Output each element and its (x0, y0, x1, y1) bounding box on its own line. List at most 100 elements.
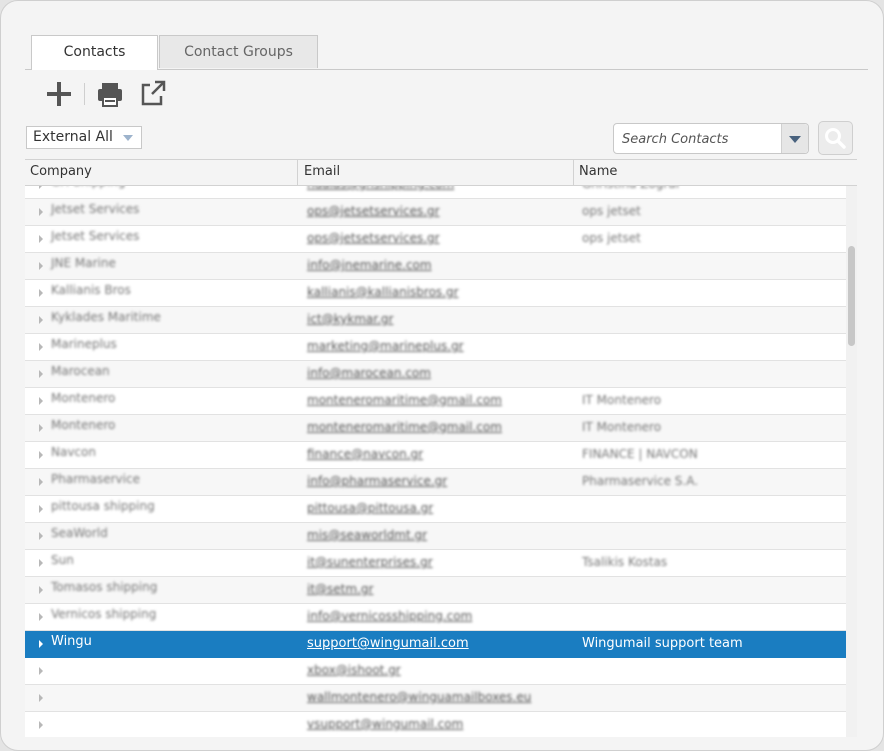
cell-company: Kallianis Bros (51, 283, 131, 297)
expand-arrow-icon[interactable] (39, 613, 43, 621)
table-row[interactable]: Montenero monteneromaritime@gmail.com IT M… (25, 388, 846, 415)
tab-contact-groups[interactable]: Contact Groups (159, 35, 318, 68)
contacts-grid: Company Email Name GH Shipping hdalas@ghs… (25, 159, 857, 737)
search-button[interactable] (818, 121, 853, 155)
expand-arrow-icon[interactable] (39, 451, 43, 459)
vertical-scrollbar[interactable] (846, 186, 857, 737)
cell-email-link[interactable]: monteneromaritime@gmail.com (307, 393, 572, 407)
expand-arrow-icon[interactable] (39, 640, 43, 648)
expand-arrow-icon[interactable] (39, 397, 43, 405)
cell-name: ops jetset (582, 204, 641, 218)
table-row-selected[interactable]: Wingu support@wingumail.com Wingumail supp… (25, 631, 846, 658)
expand-arrow-icon[interactable] (39, 370, 43, 378)
column-header-company[interactable]: Company (25, 160, 298, 185)
table-row[interactable]: Kyklades Maritime ict@kykmar.gr (25, 307, 846, 334)
scrollbar-thumb[interactable] (848, 246, 855, 346)
cell-company: Kyklades Maritime (51, 310, 161, 324)
expand-arrow-icon[interactable] (39, 721, 43, 729)
contacts-panel: Contacts Contact Groups External All Sea… (0, 0, 884, 751)
cell-email-link[interactable]: pittousa@pittousa.gr (307, 501, 572, 515)
tab-contacts[interactable]: Contacts (31, 35, 158, 70)
table-row[interactable]: SeaWorld mis@seaworldmt.gr (25, 523, 846, 550)
search-input[interactable] (620, 128, 782, 150)
table-row[interactable]: xbox@ishoot.gr (25, 658, 846, 685)
cell-company: GH Shipping (51, 186, 291, 189)
expand-arrow-icon[interactable] (39, 478, 43, 486)
cell-email-link[interactable]: xbox@ishoot.gr (307, 663, 572, 677)
cell-name: IT Montenero (582, 393, 662, 407)
cell-email-link[interactable]: info@vernicosshipping.com (307, 609, 572, 623)
cell-email-link[interactable]: support@wingumail.com (307, 636, 572, 651)
expand-arrow-icon[interactable] (39, 559, 43, 567)
expand-arrow-icon[interactable] (39, 262, 43, 270)
table-row[interactable]: Marineplus marketing@marineplus.gr (25, 334, 846, 361)
column-header-email[interactable]: Email (299, 160, 574, 185)
expand-arrow-icon[interactable] (39, 343, 43, 351)
cell-email-link[interactable]: hdalas@ghshipping.com (307, 186, 572, 191)
cell-name: Ghristina Zograi (582, 186, 842, 191)
expand-arrow-icon[interactable] (39, 505, 43, 513)
table-row[interactable]: vsupport@wingumail.com (25, 712, 846, 737)
cell-company: Marineplus (51, 337, 117, 351)
table-row[interactable]: Vernicos shipping info@vernicosshipping.c… (25, 604, 846, 631)
table-row[interactable]: Jetset Services ops@jetsetservices.gr ops … (25, 199, 846, 226)
print-button[interactable] (93, 77, 127, 111)
cell-email-link[interactable]: marketing@marineplus.gr (307, 339, 572, 353)
expand-arrow-icon[interactable] (39, 289, 43, 297)
expand-arrow-icon[interactable] (39, 235, 43, 243)
table-row[interactable]: Jetset Services ops@jetsetservices.gr ops … (25, 226, 846, 253)
cell-email-link[interactable]: vsupport@wingumail.com (307, 717, 572, 731)
table-row[interactable]: pittousa shipping pittousa@pittousa.gr (25, 496, 846, 523)
cell-email-link[interactable]: it@setm.gr (307, 582, 572, 596)
cell-email-link[interactable]: info@jnemarine.com (307, 258, 572, 272)
table-row[interactable]: wallmontenero@winguamailboxes.eu (25, 685, 846, 712)
table-row[interactable]: Tomasos shipping it@setm.gr (25, 577, 846, 604)
cell-email-link[interactable]: monteneromaritime@gmail.com (307, 420, 572, 434)
expand-arrow-icon[interactable] (39, 694, 43, 702)
cell-name: FINANCE | NAVCON (582, 447, 698, 461)
cell-email-link[interactable]: kallianis@kallianisbros.gr (307, 285, 572, 299)
table-row[interactable]: Marocean info@marocean.com (25, 361, 846, 388)
search-options-dropdown[interactable] (781, 124, 808, 153)
cell-company: Montenero (51, 418, 116, 432)
search-icon (825, 128, 846, 149)
cell-name: Tsalikis Kostas (582, 555, 668, 569)
plus-icon (47, 82, 71, 106)
cell-company: Jetset Services (51, 229, 140, 243)
export-button[interactable] (135, 77, 169, 111)
table-row[interactable]: Navcon finance@navcon.gr FINANCE | NAVCON (25, 442, 846, 469)
cell-company: JNE Marine (51, 256, 116, 270)
table-row[interactable]: Sun it@sunenterprises.gr Tsalikis Kostas (25, 550, 846, 577)
cell-name: Wingumail support team (582, 636, 743, 651)
grid-header: Company Email Name (25, 160, 857, 186)
cell-email-link[interactable]: ops@jetsetservices.gr (307, 204, 572, 218)
cell-email-link[interactable]: finance@navcon.gr (307, 447, 572, 461)
expand-arrow-icon[interactable] (39, 667, 43, 675)
cell-company: Tomasos shipping (51, 580, 158, 594)
cell-email-link[interactable]: it@sunenterprises.gr (307, 555, 572, 569)
expand-arrow-icon[interactable] (39, 586, 43, 594)
cell-name: ops jetset (582, 231, 641, 245)
table-row[interactable]: JNE Marine info@jnemarine.com (25, 253, 846, 280)
table-row[interactable]: Kallianis Bros kallianis@kallianisbros.gr (25, 280, 846, 307)
table-row[interactable]: GH Shipping hdalas@ghshipping.com Ghristin… (25, 186, 846, 199)
expand-arrow-icon[interactable] (39, 186, 43, 189)
contact-filter-select[interactable]: External All (26, 126, 142, 149)
cell-email-link[interactable]: ops@jetsetservices.gr (307, 231, 572, 245)
column-header-name[interactable]: Name (574, 160, 857, 185)
cell-name: Pharmaservice S.A. (582, 474, 699, 488)
table-row[interactable]: Montenero monteneromaritime@gmail.com IT M… (25, 415, 846, 442)
table-row[interactable]: Pharmaservice info@pharmaservice.gr Pharma… (25, 469, 846, 496)
cell-company: Montenero (51, 391, 116, 405)
chevron-down-icon (789, 136, 801, 143)
add-contact-button[interactable] (41, 77, 75, 111)
expand-arrow-icon[interactable] (39, 532, 43, 540)
cell-email-link[interactable]: ict@kykmar.gr (307, 312, 572, 326)
cell-email-link[interactable]: wallmontenero@winguamailboxes.eu (307, 690, 572, 704)
expand-arrow-icon[interactable] (39, 424, 43, 432)
cell-email-link[interactable]: info@pharmaservice.gr (307, 474, 572, 488)
expand-arrow-icon[interactable] (39, 316, 43, 324)
cell-email-link[interactable]: mis@seaworldmt.gr (307, 528, 572, 542)
cell-email-link[interactable]: info@marocean.com (307, 366, 572, 380)
expand-arrow-icon[interactable] (39, 208, 43, 216)
